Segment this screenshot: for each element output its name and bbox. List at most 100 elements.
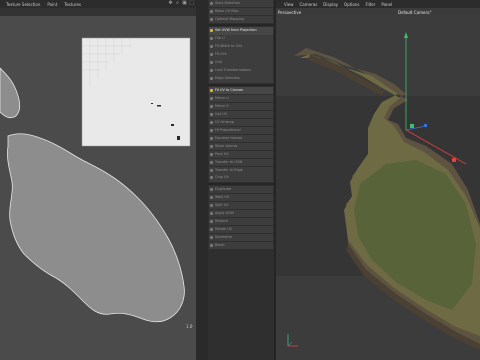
uv-corner-label: 1.0 — [186, 324, 193, 329]
tool-button[interactable]: Grid — [209, 59, 273, 67]
tool-button[interactable]: Split UV — [209, 201, 273, 210]
tool-label: Start Selection — [215, 1, 240, 5]
tool-icon-strip — [196, 0, 208, 360]
tool-button[interactable]: Normalize — [209, 233, 273, 242]
tool-label: Split UV — [215, 202, 229, 207]
tool-button[interactable]: Transfer to Edge — [209, 166, 273, 174]
uv-canvas[interactable]: 1.0 — [0, 16, 196, 360]
viewport-panel: View Cameras Display Options Filter Panel Per… — [276, 0, 480, 360]
tool-button[interactable]: Equalize Islands — [209, 134, 273, 142]
tool-icon — [210, 160, 213, 164]
tool-label: Transfer to Edge — [215, 167, 243, 172]
tool-button[interactable]: Mirror U — [209, 94, 273, 103]
viewport-menu-item[interactable]: View — [284, 2, 294, 7]
tool-label: Crop UV — [215, 175, 229, 180]
tool-icon — [210, 77, 213, 81]
tool-icon — [210, 235, 213, 239]
viewport-menu-item[interactable]: Options — [344, 2, 359, 7]
tool-button[interactable]: Fit Width to UVs — [209, 43, 273, 51]
tool-icon — [210, 203, 213, 207]
tool-label: Lock Transformations — [215, 68, 252, 73]
uv-menu-item[interactable]: Textures — [64, 2, 81, 7]
tool-button[interactable]: Get UV — [209, 110, 273, 118]
tool-icon — [210, 152, 213, 156]
viewport-canvas[interactable] — [276, 14, 480, 360]
tool-label: Rotate UV — [215, 226, 232, 231]
tool-icon — [210, 37, 213, 41]
fit-icon[interactable]: ▣ — [182, 1, 187, 6]
tool-button[interactable]: Weld UV — [209, 193, 273, 202]
zoom-icon[interactable]: ⌕ — [175, 1, 180, 6]
viewport-menu-item[interactable]: Display — [323, 2, 338, 7]
tool-button[interactable]: Fit UV to Canvas — [209, 86, 273, 95]
tool-icon — [210, 144, 213, 148]
tool-label: Fit Proportional — [215, 127, 241, 132]
tool-button[interactable]: Fit UVs — [209, 51, 273, 59]
tool-icon — [210, 17, 213, 21]
tool-button[interactable]: Mirror V — [209, 102, 273, 111]
tool-button[interactable]: Restore — [209, 217, 273, 226]
tool-button[interactable]: Optimal Mapping — [209, 15, 273, 24]
tool-icon — [210, 168, 213, 172]
tool-button[interactable]: Stack Islands — [209, 142, 273, 150]
viewport-menu-item[interactable]: Filter — [365, 2, 375, 7]
viewport-menu-bar: View Cameras Display Options Filter Panel — [276, 0, 480, 8]
tool-label: Get UV — [215, 111, 227, 116]
tool-button[interactable]: Crop UV — [209, 174, 273, 182]
tool-icon — [210, 104, 213, 108]
tool-icon — [210, 45, 213, 49]
tool-button[interactable]: Start Selection — [209, 0, 273, 8]
tool-button[interactable]: UV Unwrap — [209, 118, 273, 126]
uv-menu-bar: Texture Selection Paint Textures — [0, 0, 196, 8]
uv-texture-tile — [81, 37, 191, 147]
tool-icon — [210, 96, 213, 100]
tool-label: Set UVW from Projection — [215, 28, 257, 33]
tool-label: Restore — [215, 218, 228, 223]
tool-button[interactable]: Apply UVW — [209, 209, 273, 218]
tool-button[interactable]: Duplicate — [209, 185, 273, 194]
tool-label: Stack Islands — [215, 143, 238, 148]
tool-label: Mirror V — [215, 103, 229, 108]
uv-icon-bar: ✥ ⌕ ▣ ⬚ — [168, 1, 194, 6]
tool-label: Grid — [215, 60, 223, 65]
tool-label: Duplicate — [215, 186, 232, 191]
tool-button[interactable]: Rotate UV — [209, 225, 273, 234]
tool-icon — [210, 243, 213, 247]
tool-icon — [210, 187, 213, 191]
tool-button[interactable]: Lock Transformations — [209, 67, 273, 75]
tool-label: Edge Selection — [215, 76, 241, 81]
tool-icon — [210, 128, 213, 132]
tool-label: Pack UV — [215, 151, 229, 156]
tool-button[interactable]: Set UVW from Projection — [209, 27, 273, 35]
tool-label: Equalize Islands — [215, 135, 243, 140]
tool-label: Bevel — [215, 242, 225, 247]
tool-label: Flip U — [215, 36, 225, 41]
tool-icon — [210, 176, 213, 180]
tool-button[interactable]: Pack UV — [209, 150, 273, 158]
tool-button[interactable]: Flip U — [209, 35, 273, 43]
tool-icon — [210, 2, 213, 5]
arrows-icon[interactable]: ✥ — [168, 1, 173, 6]
tool-label: Apply UVW — [215, 210, 234, 215]
tool-button[interactable]: Bevel — [209, 241, 273, 250]
tool-icon — [210, 88, 213, 92]
maximize-icon[interactable]: ⬚ — [189, 1, 194, 6]
uv-toolbar — [0, 8, 196, 16]
tool-list: Start Selection Relax UV Map Optimal Mappi… — [208, 0, 274, 360]
uv-menu-item[interactable]: Paint — [47, 2, 57, 7]
tool-label: Fit UVs — [215, 52, 227, 57]
viewport-menu-item[interactable]: Panel — [381, 2, 392, 7]
tool-label: Optimal Mapping — [215, 16, 245, 21]
viewport-menu-item[interactable]: Cameras — [300, 2, 318, 7]
tool-button[interactable]: Edge Selection — [209, 75, 273, 83]
tool-button[interactable]: Relax UV Map — [209, 7, 273, 16]
tool-label: Relax UV Map — [215, 8, 239, 13]
tool-icon — [210, 120, 213, 124]
tool-icon — [210, 29, 213, 33]
tool-icon — [210, 219, 213, 223]
uv-menu-item[interactable]: Texture Selection — [6, 2, 40, 7]
tool-button[interactable]: Fit Proportional — [209, 126, 273, 134]
uv-editor-panel: Texture Selection Paint Textures ✥ ⌕ ▣ ⬚ 1… — [0, 0, 196, 360]
tool-label: Weld UV — [215, 194, 230, 199]
tool-button[interactable]: Transfer to UVW — [209, 158, 273, 166]
